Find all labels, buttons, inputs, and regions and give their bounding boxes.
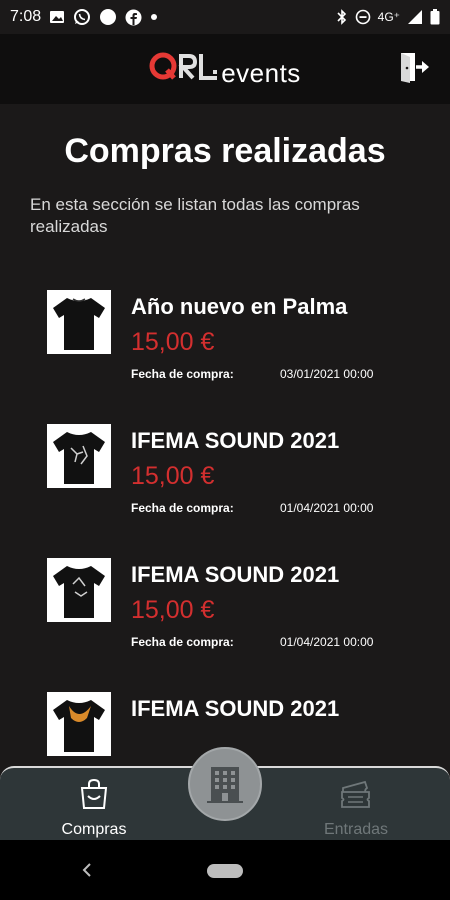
purchase-price: 15,00 € [131,328,215,356]
page-description: En esta sección se listan todas las comp… [30,195,360,236]
app-bar: events [0,34,450,104]
page-title: Compras realizadas [64,132,386,170]
signal-icon [407,9,423,25]
tshirt-icon [53,566,105,618]
purchase-title: IFEMA SOUND 2021 [131,562,340,587]
tshirt-icon [53,298,105,350]
purchase-date: 01/04/2021 00:00 [280,501,374,515]
whatsapp-icon [73,8,91,26]
facebook-icon [125,9,142,26]
network-type: 4G⁺ [377,10,400,24]
purchase-date-label: Fecha de compra: [131,367,234,381]
ticket-icon [339,778,373,815]
circle-icon [99,8,117,26]
purchase-title: IFEMA SOUND 2021 [131,428,340,453]
status-left: 7:08 [10,8,158,26]
purchase-price: 15,00 € [131,462,215,490]
status-bar: 7:08 4G⁺ [0,0,450,34]
logout-button[interactable] [396,51,432,87]
building-icon [205,761,245,808]
purchase-date-label: Fecha de compra: [131,635,234,649]
battery-icon [430,9,440,25]
system-navigation-bar [0,840,450,900]
status-right: 4G⁺ [336,9,440,25]
purchase-title: IFEMA SOUND 2021 [131,696,340,721]
purchase-item[interactable]: IFEMA SOUND 2021 15,00 € Fecha de compra… [0,554,450,674]
nav-compras-label: Compras [61,821,127,838]
home-pill[interactable] [207,864,243,878]
nav-compras[interactable]: Compras [39,778,149,838]
nav-entradas-label: Entradas [323,821,389,838]
tshirt-icon [53,432,105,484]
brand-logo: events [149,50,301,89]
purchase-date: 01/04/2021 00:00 [280,635,374,649]
logo-text: events [221,57,301,88]
bluetooth-icon [336,9,348,25]
purchase-price: 15,00 € [131,596,215,624]
purchase-date: 03/01/2021 00:00 [280,367,374,381]
status-time: 7:08 [10,8,42,25]
product-thumbnail [47,558,111,622]
gallery-icon [49,9,65,25]
qrl-logo-mark [149,50,219,82]
tshirt-icon [53,700,105,752]
back-icon[interactable] [80,860,94,885]
purchase-title: Año nuevo en Palma [131,294,348,319]
product-thumbnail [47,424,111,488]
nav-entradas[interactable]: Entradas [301,778,411,838]
shopping-bag-icon [79,778,109,815]
logout-icon [397,50,431,89]
venues-fab-button[interactable] [188,747,262,821]
purchase-date-label: Fecha de compra: [131,501,234,515]
purchase-item[interactable]: IFEMA SOUND 2021 15,00 € Fecha de compra… [0,420,450,540]
product-thumbnail [47,290,111,354]
purchase-item[interactable]: Año nuevo en Palma 15,00 € Fecha de comp… [0,286,450,406]
product-thumbnail [47,692,111,756]
do-not-disturb-icon [355,9,371,25]
notification-dot-icon [150,13,158,21]
